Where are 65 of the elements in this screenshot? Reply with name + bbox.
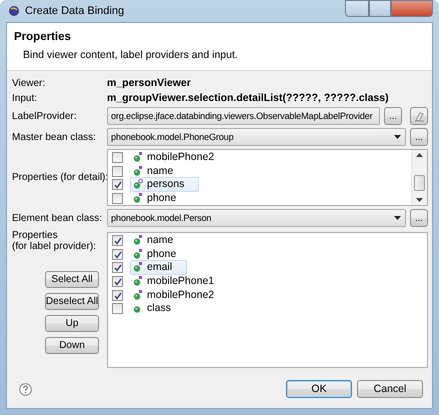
property-icon — [133, 193, 143, 204]
property-icon — [133, 276, 143, 288]
property-item[interactable]: mobilePhone1 — [130, 274, 230, 290]
field-label: LabelProvider: — [12, 110, 78, 122]
field-label: Properties (for label provider): — [12, 230, 96, 252]
field-label: Input: — [12, 92, 38, 104]
side-button[interactable]: Down — [45, 337, 99, 354]
page-description: Bind viewer content, label providers and input. — [23, 49, 239, 61]
maximize-button[interactable] — [369, 0, 391, 16]
checkbox[interactable] — [112, 276, 123, 288]
property-item[interactable]: email — [130, 260, 188, 276]
checkbox[interactable] — [112, 262, 123, 274]
page-title: Properties — [14, 31, 72, 43]
checkbox[interactable] — [112, 290, 123, 301]
side-button[interactable]: Up — [45, 315, 99, 332]
scrollbar[interactable] — [411, 150, 427, 205]
browse-button[interactable]: ... — [410, 128, 428, 146]
checkbox[interactable] — [112, 248, 123, 260]
property-icon — [133, 290, 143, 301]
field-label: Viewer: — [12, 78, 46, 88]
property-item[interactable]: mobilePhone2 — [130, 288, 230, 303]
scroll-up-icon[interactable] — [416, 153, 423, 157]
scroll-down-icon[interactable] — [416, 198, 423, 202]
checkbox[interactable] — [112, 303, 123, 314]
checkbox[interactable] — [112, 179, 123, 190]
field-label: Properties (for detail): — [12, 172, 107, 183]
property-icon — [133, 166, 143, 177]
window-title: Create Data Binding — [25, 5, 124, 17]
property-icon — [133, 179, 143, 190]
viewer-value: m_personViewer — [107, 77, 192, 89]
clear-button[interactable] — [410, 107, 428, 125]
checkbox[interactable] — [112, 235, 123, 246]
app-icon — [8, 5, 20, 17]
property-icon — [133, 248, 143, 260]
dropdown-icon — [394, 216, 401, 220]
property-item[interactable]: phone — [130, 246, 192, 262]
dialog-button[interactable]: OK — [286, 380, 352, 398]
property-item[interactable]: phone — [130, 191, 192, 205]
scroll-thumb[interactable] — [414, 174, 425, 190]
checkbox[interactable] — [112, 166, 123, 177]
property-item[interactable]: class — [130, 301, 186, 316]
property-item[interactable]: name — [130, 164, 188, 179]
element-bean-dropdown[interactable]: phonebook.model.Person — [107, 209, 406, 227]
checkbox[interactable] — [112, 193, 123, 204]
side-button[interactable]: Deselect All — [45, 293, 99, 310]
field-label: Element bean class: — [12, 212, 104, 224]
input-value: m_groupViewer.selection.detailList(?????, ?????.class) — [107, 92, 390, 104]
side-button[interactable]: Select All — [45, 271, 99, 288]
property-item[interactable]: name — [130, 233, 188, 248]
label-provider-dropdown[interactable]: org.eclipse.jface.databinding.viewers.ObservableMapLabelProvider — [107, 107, 380, 125]
browse-button[interactable]: ... — [384, 107, 402, 125]
dropdown-icon — [394, 135, 401, 139]
browse-button[interactable]: ... — [410, 209, 428, 227]
property-icon — [133, 152, 143, 164]
property-icon — [133, 235, 143, 246]
eraser-icon — [414, 110, 424, 122]
checkbox[interactable] — [112, 152, 123, 164]
minimize-button[interactable] — [345, 0, 369, 16]
property-icon — [133, 262, 143, 274]
property-item[interactable]: mobilePhone2 — [130, 150, 230, 166]
property-item[interactable]: persons — [130, 177, 200, 192]
help-icon[interactable] — [19, 382, 32, 396]
master-bean-dropdown[interactable]: phonebook.model.PhoneGroup — [107, 128, 406, 146]
dialog-button[interactable]: Cancel — [357, 380, 423, 398]
field-label: Master bean class: — [12, 132, 97, 142]
